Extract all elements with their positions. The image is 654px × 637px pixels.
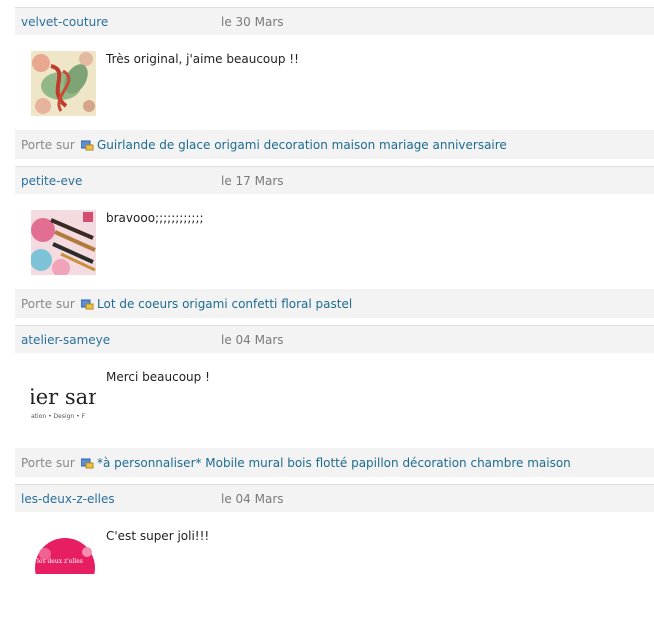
- comment-footer: Porte sur Guirlande de glace origami dec…: [15, 130, 654, 159]
- avatar-logo-subtext: ation • Design • F: [31, 413, 86, 420]
- comment-header: petite-eve le 17 Mars: [15, 166, 654, 194]
- comment-date: le 04 Mars: [221, 333, 284, 347]
- product-gift-icon: [80, 299, 94, 310]
- comment-item: les-deux-z-elles le 04 Mars les deux z'e…: [15, 484, 654, 637]
- comment-footer: Porte sur Lot de coeurs origami confetti…: [15, 289, 654, 318]
- comment-text: C'est super joli!!!: [106, 529, 210, 543]
- footer-prefix: Porte sur: [21, 138, 75, 152]
- comment-text: Très original, j'aime beaucoup !!: [106, 52, 299, 66]
- comment-date: le 17 Mars: [221, 174, 284, 188]
- product-link[interactable]: Lot de coeurs origami confetti floral pa…: [97, 297, 352, 311]
- comment-item: petite-eve le 17 Mars bravooo;;;;;;;;;;;…: [15, 166, 654, 319]
- comment-author-link[interactable]: atelier-sameye: [21, 333, 110, 347]
- comment-header: les-deux-z-elles le 04 Mars: [15, 484, 654, 512]
- comment-text: bravooo;;;;;;;;;;;;: [106, 211, 204, 225]
- footer-prefix: Porte sur: [21, 297, 75, 311]
- avatar[interactable]: les deux z'elles: [31, 528, 96, 574]
- avatar[interactable]: [31, 51, 96, 116]
- comment-item: velvet-couture le 30 Mars Très original,…: [15, 7, 654, 160]
- avatar-logo-text: ier san: [31, 385, 96, 409]
- avatar[interactable]: [31, 210, 96, 275]
- footer-prefix: Porte sur: [21, 456, 75, 470]
- comment-author-link[interactable]: velvet-couture: [21, 15, 108, 29]
- comment-date: le 30 Mars: [221, 15, 284, 29]
- comment-date: le 04 Mars: [221, 492, 284, 506]
- comment-header: velvet-couture le 30 Mars: [15, 7, 654, 35]
- product-link[interactable]: *à personnaliser* Mobile mural bois flot…: [97, 456, 571, 470]
- comment-item: atelier-sameye le 04 Mars ier san ation …: [15, 325, 654, 478]
- comment-header: atelier-sameye le 04 Mars: [15, 325, 654, 353]
- product-link[interactable]: Guirlande de glace origami decoration ma…: [97, 138, 507, 152]
- avatar-logo-text: les deux z'elles: [37, 558, 83, 565]
- product-gift-icon: [80, 140, 94, 151]
- comment-author-link[interactable]: petite-eve: [21, 174, 82, 188]
- comment-text: Merci beaucoup !: [106, 370, 210, 384]
- product-gift-icon: [80, 458, 94, 469]
- avatar[interactable]: ier san ation • Design • F: [31, 369, 96, 434]
- comment-footer: Porte sur *à personnaliser* Mobile mural…: [15, 448, 654, 477]
- comment-author-link[interactable]: les-deux-z-elles: [21, 492, 115, 506]
